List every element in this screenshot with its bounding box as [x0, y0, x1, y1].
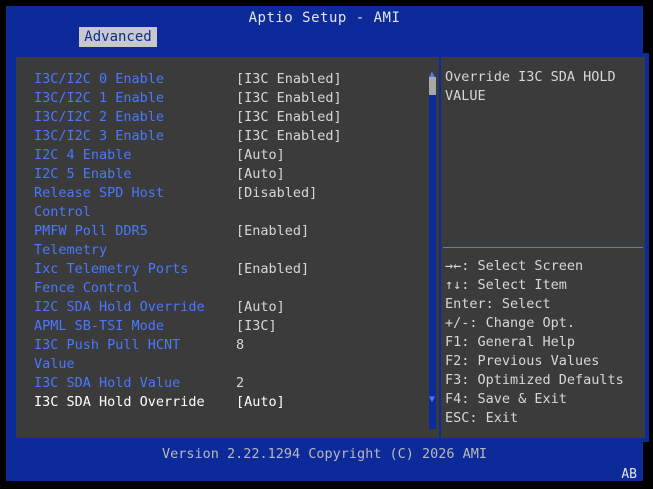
setting-value[interactable]: [Enabled]: [236, 261, 309, 277]
tab-advanced[interactable]: Advanced: [79, 27, 157, 47]
setting-label[interactable]: I3C/I2C 1 Enable: [34, 90, 164, 106]
setting-label-cont: Control: [34, 204, 91, 220]
setting-label[interactable]: Ixc Telemetry Ports: [34, 261, 188, 277]
key-hint: F1: General Help: [445, 334, 576, 350]
setting-value[interactable]: [I3C]: [236, 318, 277, 334]
setting-value[interactable]: 2: [236, 375, 244, 391]
window-title: Aptio Setup - AMI: [248, 10, 401, 26]
key-hint: F3: Optimized Defaults: [445, 372, 624, 388]
setting-label[interactable]: I3C SDA Hold Value: [34, 375, 180, 391]
key-legend: →←: Select Screen ↑↓: Select Item Enter:…: [445, 257, 643, 428]
setting-label[interactable]: I3C/I2C 2 Enable: [34, 109, 164, 125]
setting-label-selected[interactable]: I3C SDA Hold Override: [34, 394, 205, 410]
setting-value-selected[interactable]: [Auto]: [236, 394, 285, 410]
setting-label-cont: Value: [34, 356, 75, 372]
setting-value[interactable]: [I3C Enabled]: [236, 90, 342, 106]
key-hint: ↑↓: Select Item: [445, 277, 567, 293]
key-hint: F4: Save & Exit: [445, 391, 567, 407]
setting-label[interactable]: Release SPD Host: [34, 185, 164, 201]
help-text: Override I3C SDA HOLD VALUE: [445, 69, 616, 104]
version-footer: Version 2.22.1294 Copyright (C) 2026 AMI: [161, 446, 488, 462]
setting-label-cont: Telemetry: [34, 242, 108, 258]
corner-code: AB: [621, 467, 637, 482]
setting-label[interactable]: I3C/I2C 0 Enable: [34, 71, 164, 87]
help-pane: Override I3C SDA HOLD VALUE →←: Select S…: [441, 57, 645, 438]
setting-label[interactable]: PMFW Poll DDR5: [34, 223, 148, 239]
setting-label[interactable]: I2C SDA Hold Override: [34, 299, 205, 315]
setting-label[interactable]: I2C 5 Enable: [34, 166, 132, 182]
key-hint: F2: Previous Values: [445, 353, 600, 369]
setting-value[interactable]: [Enabled]: [236, 223, 309, 239]
setting-value[interactable]: [I3C Enabled]: [236, 109, 342, 125]
setting-value[interactable]: [Auto]: [236, 147, 285, 163]
setting-value[interactable]: [I3C Enabled]: [236, 71, 342, 87]
key-hint: Enter: Select: [445, 296, 551, 312]
bios-window: Aptio Setup - AMI Advanced I3C/I2C 0 Ena…: [6, 6, 649, 482]
main-area: I3C/I2C 0 Enable [I3C Enabled] I3C/I2C 1…: [12, 53, 649, 442]
help-divider: [443, 247, 643, 248]
setting-label[interactable]: I3C/I2C 3 Enable: [34, 128, 164, 144]
setting-label[interactable]: I2C 4 Enable: [34, 147, 132, 163]
setting-label[interactable]: APML SB-TSI Mode: [34, 318, 164, 334]
setting-label-cont: Fence Control: [34, 280, 140, 296]
setting-value[interactable]: [Auto]: [236, 166, 285, 182]
scrollbar-thumb[interactable]: [429, 77, 436, 95]
key-hint: +/-: Change Opt.: [445, 315, 576, 331]
scroll-down-arrow-icon[interactable]: ▼: [427, 394, 437, 405]
key-hint: ESC: Exit: [445, 410, 519, 426]
scrollbar-track[interactable]: [429, 95, 436, 429]
key-hint: →←: Select Screen: [445, 258, 584, 274]
settings-pane: I3C/I2C 0 Enable [I3C Enabled] I3C/I2C 1…: [16, 57, 439, 438]
setting-value[interactable]: [I3C Enabled]: [236, 128, 342, 144]
setting-value[interactable]: 8: [236, 337, 244, 353]
setting-value[interactable]: [Disabled]: [236, 185, 317, 201]
setting-label[interactable]: I3C Push Pull HCNT: [34, 337, 180, 353]
setting-value[interactable]: [Auto]: [236, 299, 285, 315]
